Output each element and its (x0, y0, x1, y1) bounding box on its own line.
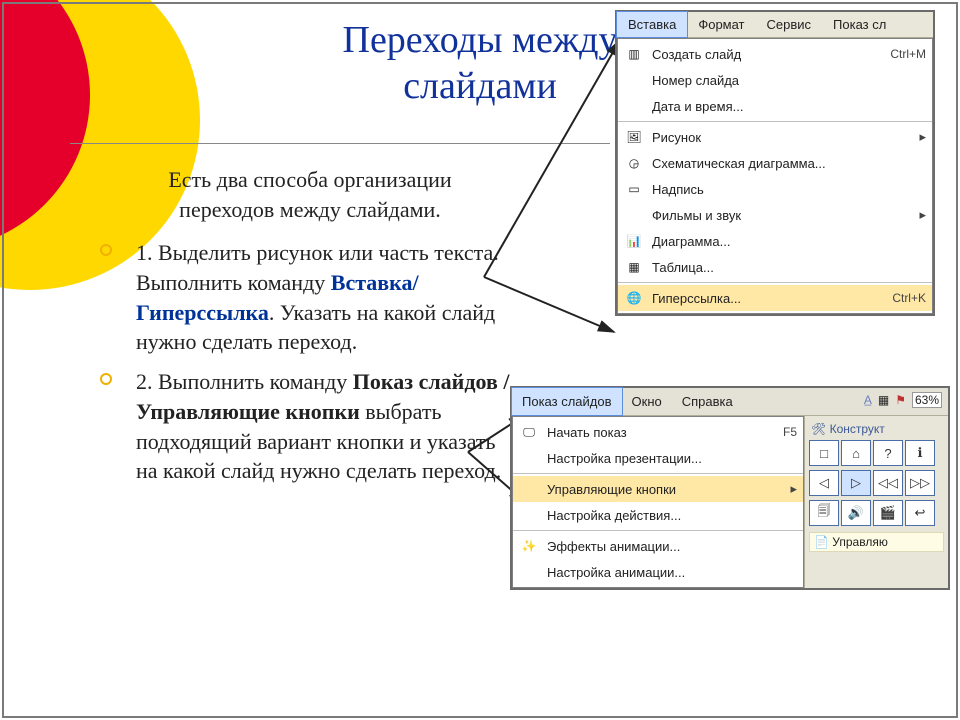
menu-item[interactable]: ▭ Надпись (618, 176, 932, 202)
panel-title: 🛠 Конструкт (811, 422, 944, 436)
menu-divider (513, 473, 803, 474)
action-button[interactable]: 🎬 (873, 500, 903, 526)
action-button[interactable]: ↩ (905, 500, 935, 526)
menu-item[interactable]: ◶ Схематическая диаграмма... (618, 150, 932, 176)
menubar-tab[interactable]: Показ сл (822, 12, 897, 37)
menu-item[interactable]: ▦ Таблица... (618, 254, 932, 280)
action-button[interactable]: ? (873, 440, 903, 466)
menu-item-shortcut: Ctrl+M (880, 47, 926, 61)
bullet-icon (100, 373, 112, 385)
wrench-icon: 🛠 (811, 422, 830, 436)
menubar-insert[interactable]: ВставкаФорматСервисПоказ сл (617, 12, 933, 38)
menu-item-icon: ✨ (517, 539, 541, 553)
menubar-tab[interactable]: Вставка (616, 11, 688, 38)
submenu-arrow-icon: ▸ (784, 481, 797, 497)
menu-item-label: Создать слайд (652, 47, 880, 62)
menu-item-label: Настройка анимации... (547, 565, 797, 580)
menu-item-icon: 🖼 (622, 130, 646, 144)
slideshow-menu-dropdown: 🖵 Начать показF5 Настройка презентации... У… (512, 416, 804, 588)
action-button[interactable]: ▷▷ (905, 470, 935, 496)
action-button[interactable]: 🗐 (809, 500, 839, 526)
menu-item-label: Дата и время... (652, 99, 926, 114)
menu-item-shortcut: F5 (773, 425, 797, 439)
flag-icon[interactable]: ⚑ (895, 393, 906, 407)
action-button[interactable]: ◁ (809, 470, 839, 496)
grid-tool-icon[interactable]: ▦ (878, 393, 889, 407)
menu-item[interactable]: Фильмы и звук▸ (618, 202, 932, 228)
menu-item[interactable]: Дата и время... (618, 93, 932, 119)
menu-item-label: Эффекты анимации... (547, 539, 797, 554)
menu-divider (513, 530, 803, 531)
insert-menu-dropdown: ▥ Создать слайдCtrl+M Номер слайда Дата и в… (617, 38, 933, 314)
menu-item-label: Управляющие кнопки (547, 482, 784, 497)
menubar-tab[interactable]: Показ слайдов (511, 387, 623, 416)
action-button[interactable]: ⌂ (841, 440, 871, 466)
action-button[interactable]: □ (809, 440, 839, 466)
menu-item[interactable]: ▥ Создать слайдCtrl+M (618, 41, 932, 67)
insert-menu-window: ВставкаФорматСервисПоказ сл ▥ Создать сла… (615, 10, 935, 316)
slideshow-menu-window: Показ слайдовОкноСправка A̲ ▦ ⚑ 63% 🖵 Нач… (510, 386, 950, 590)
menubar-tab[interactable]: Окно (622, 388, 672, 415)
zoom-level[interactable]: 63% (912, 392, 942, 408)
panel-footer: 📄 Управляю (809, 532, 944, 552)
menu-item-icon: 📊 (622, 234, 646, 248)
action-button[interactable]: ◁◁ (873, 470, 903, 496)
toolbar-right: A̲ ▦ ⚑ 63% (864, 392, 942, 408)
submenu-arrow-icon: ▸ (913, 207, 926, 223)
menu-item-icon: ◶ (622, 156, 646, 170)
slide-body: Есть два способа организации переходов м… (100, 165, 520, 496)
menu-divider (618, 121, 932, 122)
menu-item-label: Схематическая диаграмма... (652, 156, 926, 171)
menu-item-label: Диаграмма... (652, 234, 926, 249)
menu-item-label: Номер слайда (652, 73, 926, 88)
page-icon: 📄 (814, 535, 829, 549)
menu-item[interactable]: 🌐 Гиперссылка...Ctrl+K (618, 285, 932, 311)
menu-item[interactable]: Настройка презентации... (513, 445, 803, 471)
menu-divider (618, 282, 932, 283)
slide-title-line1: Переходы между (343, 19, 618, 61)
menu-item-label: Надпись (652, 182, 926, 197)
title-rule (70, 143, 610, 144)
menu-item-icon: ▦ (622, 260, 646, 274)
menu-item-icon: ▭ (622, 182, 646, 196)
menu-item[interactable]: Номер слайда (618, 67, 932, 93)
menu-item-label: Настройка презентации... (547, 451, 797, 466)
action-buttons-panel: 🛠 Конструкт □⌂?ℹ ◁▷◁◁▷▷ 🗐🔊🎬↩ 📄 Управляю (804, 416, 948, 588)
menu-item-label: Начать показ (547, 425, 773, 440)
menu-item[interactable]: 📊 Диаграмма... (618, 228, 932, 254)
submenu-arrow-icon: ▸ (913, 129, 926, 145)
menu-item[interactable]: 🖵 Начать показF5 (513, 419, 803, 445)
menu-item[interactable]: 🖼 Рисунок▸ (618, 124, 932, 150)
menu-item-icon: 🌐 (622, 291, 646, 305)
menu-item-label: Фильмы и звук (652, 208, 913, 223)
menu-item-label: Гиперссылка... (652, 291, 882, 306)
action-button-grid: □⌂?ℹ ◁▷◁◁▷▷ 🗐🔊🎬↩ (809, 440, 944, 526)
menu-item-icon: ▥ (622, 47, 646, 61)
list-item-1: 1. Выделить рисунок или часть текста. Вы… (100, 238, 520, 357)
bullet-icon (100, 244, 112, 256)
menubar-tab[interactable]: Справка (672, 388, 743, 415)
slide: Переходы между слайдами Есть два способа… (0, 0, 960, 720)
menu-item-label: Рисунок (652, 130, 913, 145)
action-button[interactable]: 🔊 (841, 500, 871, 526)
menu-item-label: Таблица... (652, 260, 926, 275)
list-item-2: 2. Выполнить команду Показ слайдов / Упр… (100, 367, 520, 486)
menu-item-label: Настройка действия... (547, 508, 797, 523)
font-tool-icon[interactable]: A̲ (864, 393, 872, 407)
menu-item[interactable]: ✨ Эффекты анимации... (513, 533, 803, 559)
action-button[interactable]: ▷ (841, 470, 871, 496)
menu-item-shortcut: Ctrl+K (882, 291, 926, 305)
action-button[interactable]: ℹ (905, 440, 935, 466)
menubar-tab[interactable]: Сервис (756, 12, 823, 37)
menu-item[interactable]: Управляющие кнопки▸ (513, 476, 803, 502)
menu-item[interactable]: Настройка действия... (513, 502, 803, 528)
slide-title-line2: слайдами (403, 65, 557, 107)
menu-item-icon: 🖵 (517, 425, 541, 440)
menubar-tab[interactable]: Формат (687, 12, 755, 37)
menu-item[interactable]: Настройка анимации... (513, 559, 803, 585)
intro-text: Есть два способа организации переходов м… (100, 165, 520, 224)
